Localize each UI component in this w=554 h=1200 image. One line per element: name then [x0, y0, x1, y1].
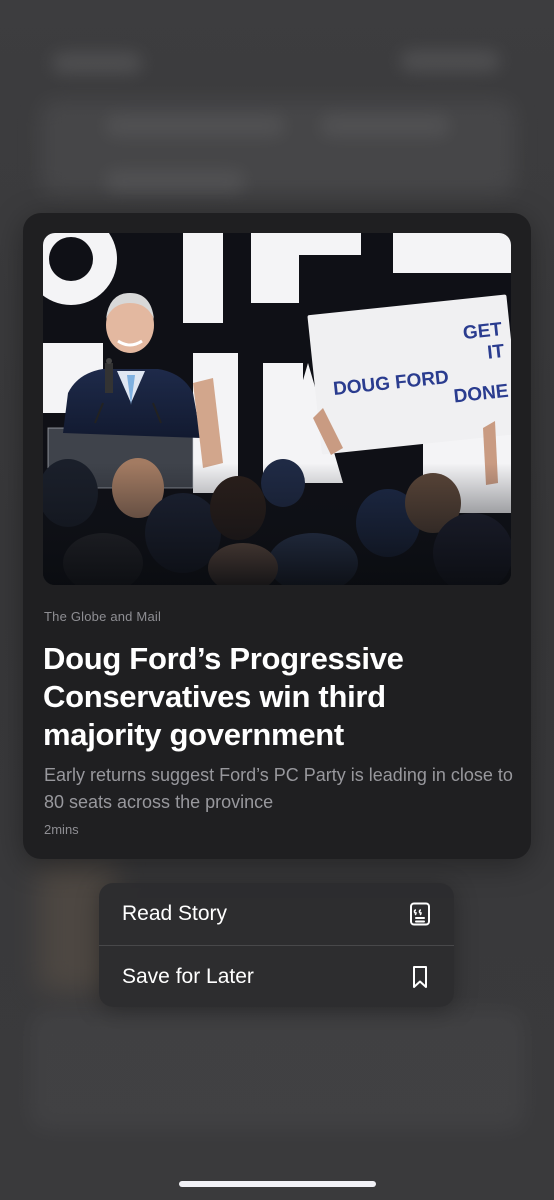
read-story-label: Read Story	[122, 902, 228, 925]
article-headline: Doug Ford’s Progressive Conservatives wi…	[43, 641, 404, 752]
blurred-status-left	[52, 52, 142, 74]
blurred-header-text-1	[105, 115, 285, 137]
sign-text-it: IT	[486, 341, 505, 364]
blurred-background: GET DOUG FORD IT DONE The Globe and Mail…	[0, 0, 554, 1200]
article-hero-image: GET DOUG FORD IT DONE	[43, 233, 511, 585]
rally-photo: GET DOUG FORD IT DONE	[43, 233, 511, 585]
blurred-lower-row	[30, 1010, 525, 1130]
context-menu: Read Story Save for Later	[99, 883, 454, 1007]
article-preview-card[interactable]: GET DOUG FORD IT DONE The Globe and Mail…	[23, 213, 531, 859]
save-for-later-menu-item[interactable]: Save for Later	[99, 945, 454, 1007]
home-indicator[interactable]	[179, 1181, 376, 1187]
crowd	[43, 458, 511, 585]
read-story-menu-item[interactable]: Read Story	[99, 883, 454, 945]
article-source: The Globe and Mail	[44, 609, 162, 624]
blurred-header-text-3	[105, 170, 245, 192]
blurred-status-right	[400, 50, 500, 72]
blurred-header-text-2	[320, 115, 450, 137]
article-summary: Early returns suggest Ford’s PC Party is…	[44, 765, 513, 812]
news-quote-icon	[408, 901, 432, 927]
article-read-time: 2mins	[44, 822, 79, 837]
bookmark-icon	[408, 964, 432, 990]
save-for-later-label: Save for Later	[122, 964, 254, 988]
sign-text-get: GET	[462, 319, 503, 344]
